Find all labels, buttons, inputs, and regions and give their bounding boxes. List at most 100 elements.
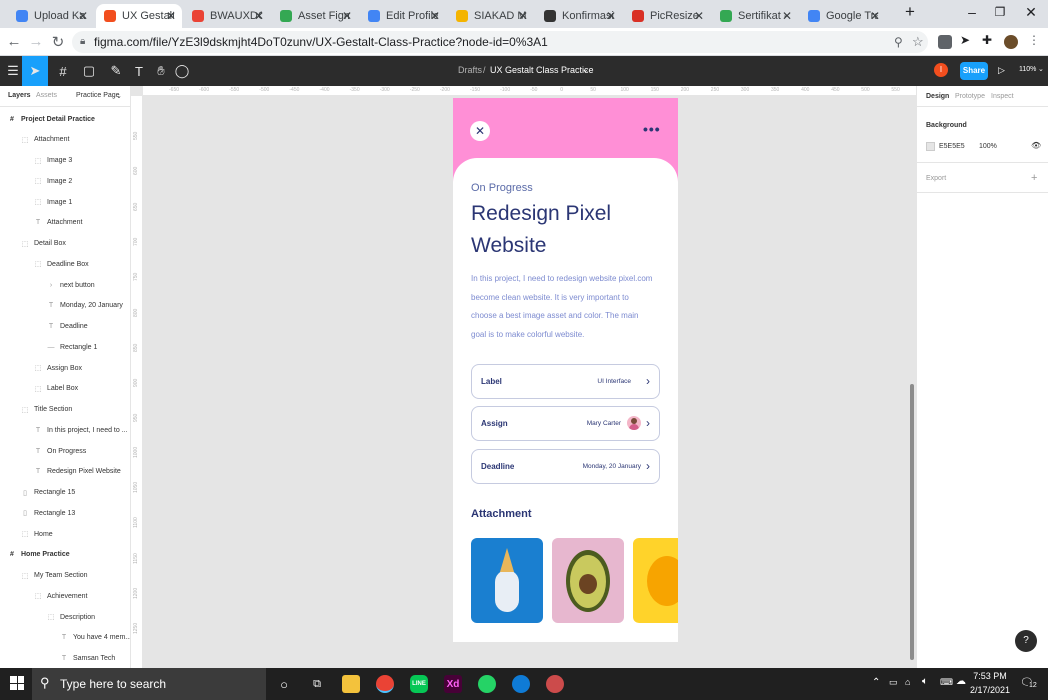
page-chevron-icon[interactable]: ⌄ — [116, 92, 122, 100]
layer-item[interactable]: T Attachment — [34, 213, 83, 233]
user-avatar[interactable]: I — [934, 63, 948, 77]
minimize-button[interactable]: – — [962, 4, 982, 20]
battery-icon[interactable]: ▭ — [889, 677, 898, 688]
chevron-right-icon[interactable]: › — [646, 416, 650, 430]
share-button[interactable]: Share — [960, 62, 988, 80]
tab-inspect[interactable]: Inspect — [991, 93, 1014, 100]
layer-item[interactable]: ⬚ Assign Box — [34, 358, 82, 378]
layer-item[interactable]: T Samsan Tech — [60, 649, 115, 669]
close-tab-icon[interactable]: ✕ — [78, 9, 88, 23]
restore-button[interactable]: ❐ — [990, 5, 1010, 19]
taskbar-search-box[interactable]: ⚲ Type here to search — [32, 668, 266, 700]
close-tab-icon[interactable]: ✕ — [430, 9, 440, 23]
chrome-icon[interactable] — [376, 675, 394, 693]
zoom-icon[interactable]: ⚲ — [894, 31, 903, 53]
new-tab-button[interactable]: + — [900, 2, 920, 22]
page-selector[interactable]: Practice Page — [76, 92, 120, 99]
visibility-eye-icon[interactable]: 👁︎ — [1031, 141, 1041, 150]
layer-item[interactable]: — Rectangle 1 — [47, 337, 98, 357]
extension-ocr-icon[interactable] — [938, 35, 952, 49]
label-box[interactable]: Label UI Interface › — [471, 364, 660, 399]
browser-tab[interactable]: PicResize - ✕ — [624, 4, 710, 28]
close-tab-icon[interactable]: ✕ — [254, 9, 264, 23]
file-explorer-icon[interactable] — [342, 675, 360, 693]
extension-cursor-icon[interactable]: ➤ — [960, 33, 974, 47]
browser-tab[interactable]: UX Gestalt C✕ — [96, 4, 182, 28]
layer-item[interactable]: ⬚ My Team Section — [21, 566, 88, 586]
adobe-xd-icon[interactable]: Xd — [444, 675, 462, 693]
file-menu-chevron-icon[interactable]: ⌄ — [582, 65, 589, 74]
edge-icon[interactable] — [512, 675, 530, 693]
task-view-icon[interactable]: ⧉ — [308, 675, 326, 693]
layer-item[interactable]: T On Progress — [34, 441, 86, 461]
layer-item[interactable]: ⬚ Deadline Box — [34, 254, 89, 274]
breadcrumb-drafts[interactable]: Drafts — [458, 65, 482, 75]
vertical-scrollbar[interactable] — [910, 384, 914, 660]
close-tab-icon[interactable]: ✕ — [782, 9, 792, 23]
file-name[interactable]: UX Gestalt Class Practice — [490, 65, 594, 75]
layer-item[interactable]: T You have 4 mem... — [60, 628, 130, 648]
close-tab-icon[interactable]: ✕ — [870, 9, 880, 23]
attachment-image-orange[interactable] — [633, 538, 678, 623]
background-color-swatch[interactable] — [926, 142, 935, 151]
line-app-icon[interactable]: LINE — [410, 675, 428, 693]
layer-item[interactable]: ⬚ Detail Box — [21, 234, 66, 254]
whatsapp-icon[interactable] — [478, 675, 496, 693]
close-icon[interactable]: ✕ — [470, 121, 490, 141]
browser-tab[interactable]: SIAKAD MH✕ — [448, 4, 534, 28]
move-tool-icon[interactable]: ➤ — [22, 56, 48, 86]
layer-item[interactable]: # Home Practice — [8, 545, 70, 565]
assign-box[interactable]: Assign Mary Carter › — [471, 406, 660, 441]
add-export-button[interactable]: + — [1031, 172, 1037, 184]
browser-tab[interactable]: Asset Figma✕ — [272, 4, 358, 28]
layer-item[interactable]: T Monday, 20 January — [47, 296, 123, 316]
frame-tool-icon[interactable]: # — [50, 56, 76, 86]
background-hex-input[interactable]: E5E5E5 — [939, 143, 965, 150]
zoom-menu-chevron-icon[interactable]: ⌄ — [1038, 65, 1044, 73]
chevron-right-icon[interactable]: › — [646, 374, 650, 388]
close-tab-icon[interactable]: ✕ — [342, 9, 352, 23]
browser-tab[interactable]: BWAUXDG ✕ — [184, 4, 270, 28]
keyboard-icon[interactable]: ⌨ — [940, 677, 953, 688]
close-tab-icon[interactable]: ✕ — [694, 9, 704, 23]
close-tab-icon[interactable]: ✕ — [166, 9, 176, 23]
windows-start-icon[interactable] — [10, 676, 24, 690]
close-tab-icon[interactable]: ✕ — [606, 9, 616, 23]
onedrive-icon[interactable]: ☁ — [956, 676, 966, 687]
layer-item[interactable]: ⬚ Attachment — [21, 130, 70, 150]
layer-item[interactable]: ⬚ Image 3 — [34, 151, 73, 171]
frame-project-detail[interactable]: ✕ ••• On Progress Redesign Pixel Website… — [453, 98, 678, 642]
bookmark-star-icon[interactable]: ☆ — [912, 31, 924, 53]
tab-assets[interactable]: Assets — [36, 92, 57, 99]
deadline-box[interactable]: Deadline Monday, 20 January › — [471, 449, 660, 484]
extensions-puzzle-icon[interactable]: ✚ — [982, 33, 996, 47]
more-options-icon[interactable]: ••• — [643, 121, 661, 137]
close-window-button[interactable]: ✕ — [1021, 4, 1041, 21]
layer-item[interactable]: › next button — [47, 275, 95, 295]
url-input[interactable]: 🔒︎ figma.com/file/YzE3l9dskmjht4DoT0zunv… — [72, 31, 928, 53]
layer-item[interactable]: T In this project, I need to ... — [34, 420, 128, 440]
canvas[interactable]: ✕ ••• On Progress Redesign Pixel Website… — [143, 96, 916, 668]
layer-item[interactable]: # Project Detail Practice — [8, 109, 95, 129]
tab-layers[interactable]: Layers — [8, 92, 31, 99]
tab-prototype[interactable]: Prototype — [955, 93, 985, 100]
layer-item[interactable]: ▯ Rectangle 15 — [21, 483, 75, 503]
next-button-chevron-icon[interactable]: › — [646, 459, 650, 473]
background-opacity-input[interactable]: 100% — [979, 143, 997, 150]
clock-time[interactable]: 7:53 PM — [970, 671, 1010, 681]
layer-item[interactable]: ⬚ Image 2 — [34, 171, 73, 191]
layer-item[interactable]: T Redesign Pixel Website — [34, 462, 121, 482]
help-button[interactable]: ? — [1015, 630, 1037, 652]
browser-tab[interactable]: Upload Kary✕ — [8, 4, 94, 28]
cortana-icon[interactable]: ○ — [275, 675, 293, 693]
tab-design[interactable]: Design — [926, 93, 949, 100]
layer-item[interactable]: ▯ Rectangle 13 — [21, 503, 75, 523]
browser-tab[interactable]: Sertifikat - ✕ — [712, 4, 798, 28]
comment-tool-icon[interactable]: ◯ — [169, 56, 195, 86]
layer-item[interactable]: ⬚ Achievement — [34, 586, 88, 606]
profile-avatar[interactable] — [1004, 35, 1018, 49]
shape-tool-icon[interactable]: ▢ — [76, 56, 102, 86]
attachment-image-avocado[interactable] — [552, 538, 624, 623]
clock-date[interactable]: 2/17/2021 — [968, 685, 1012, 695]
close-tab-icon[interactable]: ✕ — [518, 9, 528, 23]
